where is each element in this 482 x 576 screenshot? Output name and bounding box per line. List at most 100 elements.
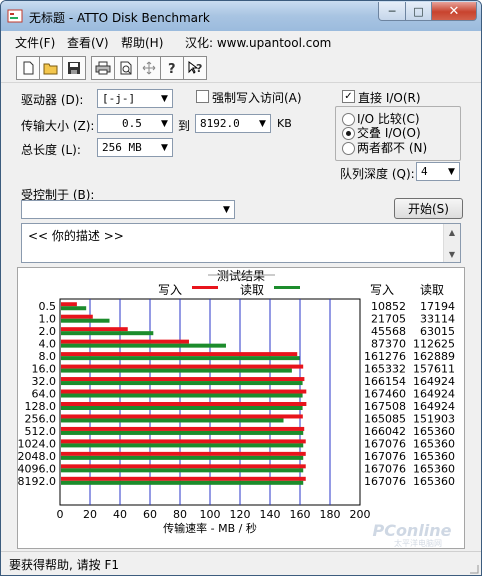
status-text: 要获得帮助, 请按 F1 [9, 558, 119, 572]
controlled-by-select[interactable]: ▼ [21, 200, 235, 219]
io-mode-group: I/O 比较(C) 交叠 I/O(O) 两者都不 (N) [335, 106, 461, 161]
maximize-button[interactable]: □ [405, 2, 432, 21]
row-label: 2.0 [39, 325, 57, 338]
status-bar: 要获得帮助, 请按 F1 [1, 551, 481, 575]
x-tick-label: 160 [290, 508, 311, 521]
queue-depth-label: 队列深度 (Q): [340, 167, 415, 181]
minimize-button[interactable]: ─ [378, 2, 406, 21]
write-bar [61, 476, 306, 481]
write-bar [61, 314, 93, 319]
overlapped-io-radio[interactable] [342, 127, 355, 140]
start-button[interactable]: 开始(S) [394, 198, 463, 219]
chevron-down-icon: ▼ [161, 118, 168, 129]
read-value: 165360 [413, 437, 455, 450]
row-label: 4096.0 [18, 462, 56, 475]
new-button[interactable] [16, 56, 40, 80]
legend-read-swatch [274, 286, 300, 289]
description-field[interactable]: << 你的描述 >> ▲ ▼ [21, 223, 461, 263]
menu-localization-link[interactable]: 汉化: www.upantool.com [185, 34, 331, 51]
read-bar [61, 368, 292, 373]
chevron-down-icon: ▼ [161, 142, 168, 153]
print-button[interactable] [91, 56, 115, 80]
x-tick-label: 20 [83, 508, 97, 521]
total-length-select[interactable]: 256 MB ▼ [97, 138, 173, 157]
x-tick-label: 180 [320, 508, 341, 521]
x-axis-label: 传输速率 - MB / 秒 [163, 521, 257, 535]
read-value: 157611 [413, 363, 455, 376]
x-tick-label: 140 [260, 508, 281, 521]
write-bar [61, 401, 307, 406]
transfer-to-label: 到 [178, 119, 191, 133]
write-value: 167460 [364, 388, 406, 401]
watermark-subtext: 太平洋电脑网 [394, 538, 442, 548]
write-bar [61, 339, 189, 344]
close-icon: ✕ [448, 3, 460, 19]
write-bar [61, 439, 306, 444]
row-label: 2048.0 [18, 450, 56, 463]
force-write-checkbox[interactable] [196, 90, 209, 103]
save-button[interactable] [62, 56, 86, 80]
context-help-icon: ? [188, 61, 202, 75]
help-button[interactable]: ? [160, 56, 184, 80]
menu-bar: 文件(F) 查看(V) 帮助(H) 汉化: www.upantool.com [1, 31, 481, 51]
read-bar [61, 480, 304, 485]
direct-io-checkbox[interactable]: ✓ [342, 90, 355, 103]
write-bar [61, 414, 303, 419]
read-bar [61, 405, 303, 410]
scroll-up-icon[interactable]: ▲ [444, 224, 460, 240]
menu-help[interactable]: 帮助(H) [121, 34, 163, 51]
context-help-button[interactable]: ? [183, 56, 207, 80]
transfer-from-select[interactable]: 0.5 ▼ [97, 114, 173, 133]
move-button[interactable] [137, 56, 161, 80]
x-tick-label: 60 [143, 508, 157, 521]
force-write-label: 强制写入访问(A) [212, 91, 302, 105]
scroll-down-icon[interactable]: ▼ [444, 246, 460, 262]
write-bar [61, 377, 305, 382]
write-value: 167076 [364, 462, 406, 475]
x-tick-label: 0 [57, 508, 64, 521]
svg-text:?: ? [168, 62, 176, 75]
read-value: 165360 [413, 475, 455, 488]
read-bar [61, 306, 87, 311]
read-bar [61, 381, 303, 386]
write-value: 166154 [364, 375, 406, 388]
x-tick-label: 120 [230, 508, 251, 521]
write-value: 167508 [364, 400, 406, 413]
write-bar [61, 364, 304, 369]
menu-file[interactable]: 文件(F) [15, 34, 55, 51]
drive-value: [-j-] [102, 92, 136, 105]
legend-read-label: 读取 [240, 283, 264, 297]
print-preview-button[interactable] [114, 56, 138, 80]
read-value: 33114 [420, 313, 455, 326]
transfer-to-select[interactable]: 8192.0 ▼ [195, 114, 271, 133]
menu-view[interactable]: 查看(V) [67, 34, 109, 51]
description-text: << 你的描述 >> [28, 229, 124, 243]
write-value: 166042 [364, 425, 406, 438]
minimize-icon: ─ [388, 4, 396, 18]
queue-depth-select[interactable]: 4 ▼ [416, 162, 460, 181]
drive-select[interactable]: [-j-] ▼ [97, 89, 173, 108]
title-bar[interactable]: 无标题 - ATTO Disk Benchmark ─ □ ✕ [1, 1, 481, 31]
write-bar [61, 426, 305, 431]
io-compare-radio[interactable] [342, 113, 355, 126]
move-icon [142, 61, 156, 75]
close-button[interactable]: ✕ [431, 2, 477, 21]
resize-grip-icon[interactable] [467, 562, 479, 574]
write-value: 167076 [364, 475, 406, 488]
read-value: 165360 [413, 425, 455, 438]
row-label: 1024.0 [18, 437, 56, 450]
save-icon [68, 62, 80, 74]
write-value: 45568 [371, 325, 406, 338]
transfer-size-label: 传输大小 (Z): [21, 119, 95, 133]
neither-radio[interactable] [342, 142, 355, 155]
app-window: 无标题 - ATTO Disk Benchmark ─ □ ✕ 文件(F) 查看… [0, 0, 482, 576]
description-scrollbar[interactable]: ▲ ▼ [443, 224, 460, 262]
write-value: 10852 [371, 300, 406, 313]
x-tick-label: 100 [200, 508, 221, 521]
open-button[interactable] [39, 56, 63, 80]
read-bar [61, 430, 304, 435]
results-panel: 测试结果 写入 读取 写入 读取 0.5 10852 17194 1.0 21705 33… [17, 267, 465, 549]
svg-text:?: ? [196, 62, 202, 75]
transfer-from-value: 0.5 [122, 117, 142, 130]
read-value: 165360 [413, 462, 455, 475]
